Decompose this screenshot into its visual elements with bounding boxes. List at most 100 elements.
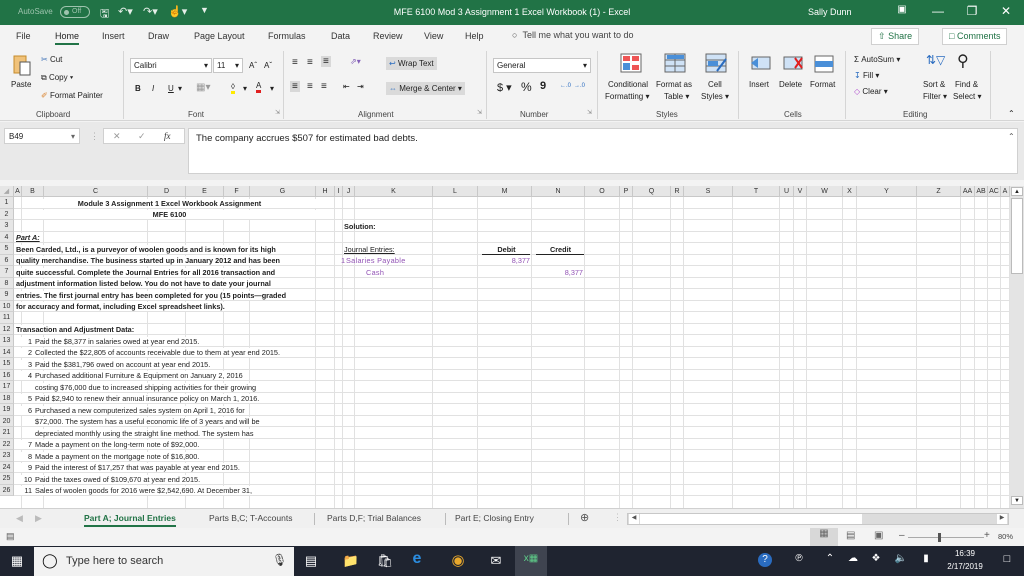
transaction-text[interactable]: Purchased a new computerized sales syste… bbox=[34, 405, 245, 415]
show-hidden-icons[interactable]: ⌃ bbox=[821, 553, 839, 564]
entry-debit[interactable]: 8,377 bbox=[478, 256, 530, 265]
row-header[interactable]: 20 bbox=[0, 415, 14, 427]
insert-function-button[interactable]: fx bbox=[164, 131, 171, 141]
transaction-text[interactable]: Paid the taxes owed of $109,670 at year … bbox=[34, 474, 201, 484]
row-header[interactable]: 4 bbox=[0, 231, 14, 243]
onedrive-icon[interactable]: ☁ bbox=[844, 553, 862, 564]
name-box[interactable]: B49 ▾ bbox=[4, 128, 80, 144]
column-header[interactable]: M bbox=[478, 186, 532, 197]
transaction-number[interactable]: 1 bbox=[15, 336, 32, 346]
solution-label[interactable]: Solution: bbox=[343, 222, 376, 231]
row-header[interactable]: 18 bbox=[0, 392, 14, 404]
horizontal-scrollbar[interactable]: ◀ ▶ bbox=[627, 513, 1009, 525]
transaction-text[interactable]: costing $76,000 due to increased shippin… bbox=[34, 382, 257, 392]
windows-start-icon[interactable]: ▦ bbox=[8, 553, 26, 569]
row-header[interactable]: 10 bbox=[0, 300, 14, 312]
comma-button[interactable]: 9 bbox=[540, 80, 546, 92]
row-header[interactable]: 15 bbox=[0, 358, 14, 370]
macro-record-icon[interactable]: ▤ bbox=[6, 531, 15, 542]
taskbar-search[interactable]: ◯ Type here to search 🎙 bbox=[34, 547, 294, 576]
column-header[interactable]: N bbox=[532, 186, 585, 197]
row-header[interactable]: 14 bbox=[0, 346, 14, 358]
clock-time[interactable]: 16:39 bbox=[945, 549, 985, 558]
row-header[interactable]: 25 bbox=[0, 473, 14, 485]
align-bottom-icon[interactable]: ≡ bbox=[321, 56, 331, 67]
column-header[interactable]: R bbox=[671, 186, 684, 197]
entry-account[interactable]: Cash bbox=[365, 268, 384, 277]
entry-credit[interactable]: 8,377 bbox=[532, 268, 583, 277]
row-header[interactable]: 9 bbox=[0, 289, 14, 301]
copy-button[interactable]: ⧉ Copy ▾ bbox=[41, 73, 73, 83]
transaction-text[interactable]: Sales of woolen goods for 2016 were $2,5… bbox=[34, 486, 253, 495]
transaction-header[interactable]: Transaction and Adjustment Data: bbox=[15, 325, 135, 334]
intro-text-line[interactable]: entries. The first journal entry has bee… bbox=[15, 290, 287, 300]
italic-button[interactable]: I bbox=[152, 84, 154, 93]
part-a-label[interactable]: Part A: bbox=[15, 233, 40, 242]
formula-input[interactable]: The company accrues $507 for estimated b… bbox=[188, 128, 1018, 174]
align-middle-icon[interactable]: ≡ bbox=[307, 57, 313, 68]
transaction-number[interactable]: 11 bbox=[15, 486, 32, 495]
user-name[interactable]: Sally Dunn bbox=[808, 7, 852, 17]
entry-account[interactable]: Salaries Payable bbox=[345, 256, 406, 265]
column-header[interactable]: P bbox=[620, 186, 633, 197]
tell-me-box[interactable]: ○ Tell me what you want to do bbox=[512, 30, 634, 40]
transaction-text[interactable]: Purchased additional Furniture & Equipme… bbox=[34, 371, 243, 380]
edge-icon[interactable]: e bbox=[408, 550, 426, 568]
transaction-text[interactable]: Made a payment on the mortgage note of $… bbox=[34, 451, 200, 461]
transaction-text[interactable]: $72,000. The system has a useful economi… bbox=[34, 417, 260, 426]
help-icon[interactable]: ? bbox=[758, 553, 772, 567]
grow-font-icon[interactable]: Aˆ bbox=[249, 61, 257, 70]
ribbon-display-icon[interactable]: ▣ bbox=[892, 4, 912, 15]
currency-button[interactable]: $ ▾ bbox=[497, 81, 512, 94]
percent-button[interactable]: % bbox=[521, 80, 532, 94]
intro-text-line[interactable]: for accuracy and format, including Excel… bbox=[15, 302, 225, 311]
tab-file[interactable]: File bbox=[16, 31, 31, 41]
close-icon[interactable]: ✕ bbox=[996, 4, 1016, 18]
volume-icon[interactable]: 🔈 bbox=[892, 553, 910, 564]
prev-sheet-icon[interactable]: ◀ bbox=[16, 513, 23, 524]
fill-color-icon[interactable]: ◊ bbox=[231, 82, 235, 94]
fill-button[interactable]: ↧ Fill ▾ bbox=[854, 71, 879, 80]
transaction-number[interactable]: 10 bbox=[15, 474, 32, 484]
clear-button[interactable]: ◇ Clear ▾ bbox=[854, 87, 888, 96]
enter-icon[interactable]: ✓ bbox=[138, 131, 146, 142]
column-header[interactable]: AB bbox=[975, 186, 988, 197]
row-header[interactable]: 24 bbox=[0, 461, 14, 473]
column-header[interactable]: A bbox=[1001, 186, 1010, 197]
column-header[interactable]: D bbox=[148, 186, 186, 197]
scroll-left-icon[interactable]: ◀ bbox=[629, 514, 639, 524]
font-color-icon[interactable]: A bbox=[256, 81, 262, 93]
row-header[interactable]: 8 bbox=[0, 277, 14, 289]
expand-formula-icon[interactable]: ⌃ bbox=[1008, 132, 1015, 141]
journal-entries-label[interactable]: Journal Entries: bbox=[343, 245, 395, 254]
column-header[interactable]: X bbox=[843, 186, 857, 197]
page-layout-view-icon[interactable]: ▤ bbox=[846, 530, 855, 541]
tab-splitter-icon[interactable]: ⋮ bbox=[613, 512, 622, 523]
tab-draw[interactable]: Draw bbox=[148, 31, 169, 41]
font-size-select[interactable]: 11 ▾ bbox=[213, 58, 243, 73]
row-header[interactable]: 6 bbox=[0, 254, 14, 266]
tab-page-layout[interactable]: Page Layout bbox=[194, 31, 245, 41]
entry-number[interactable]: 1 bbox=[335, 256, 345, 265]
next-sheet-icon[interactable]: ▶ bbox=[35, 513, 42, 524]
column-header[interactable]: T bbox=[733, 186, 780, 197]
vertical-scroll-thumb[interactable] bbox=[1011, 198, 1023, 274]
zoom-out-icon[interactable]: – bbox=[899, 530, 905, 541]
shrink-font-icon[interactable]: Aˇ bbox=[264, 61, 272, 70]
column-header[interactable]: S bbox=[684, 186, 733, 197]
tab-data[interactable]: Data bbox=[331, 31, 350, 41]
zoom-slider-thumb[interactable] bbox=[938, 533, 942, 542]
chevron-down-icon[interactable]: ▾ bbox=[243, 84, 247, 93]
transaction-number[interactable]: 7 bbox=[15, 440, 32, 449]
column-header[interactable]: L bbox=[433, 186, 478, 197]
notifications-icon[interactable]: □ bbox=[998, 553, 1016, 565]
align-right-icon[interactable]: ≡ bbox=[321, 81, 327, 92]
row-header[interactable]: 1 bbox=[0, 197, 14, 209]
intro-text-line[interactable]: quite successful. Complete the Journal E… bbox=[15, 267, 276, 277]
format-painter-button[interactable]: ✐ Format Painter bbox=[41, 91, 103, 100]
add-sheet-icon[interactable]: ⊕ bbox=[580, 511, 589, 524]
transaction-number[interactable]: 5 bbox=[15, 394, 32, 403]
column-header[interactable]: K bbox=[355, 186, 433, 197]
autosum-button[interactable]: Σ AutoSum ▾ bbox=[854, 55, 900, 64]
microphone-icon[interactable]: 🎙 bbox=[272, 553, 287, 567]
